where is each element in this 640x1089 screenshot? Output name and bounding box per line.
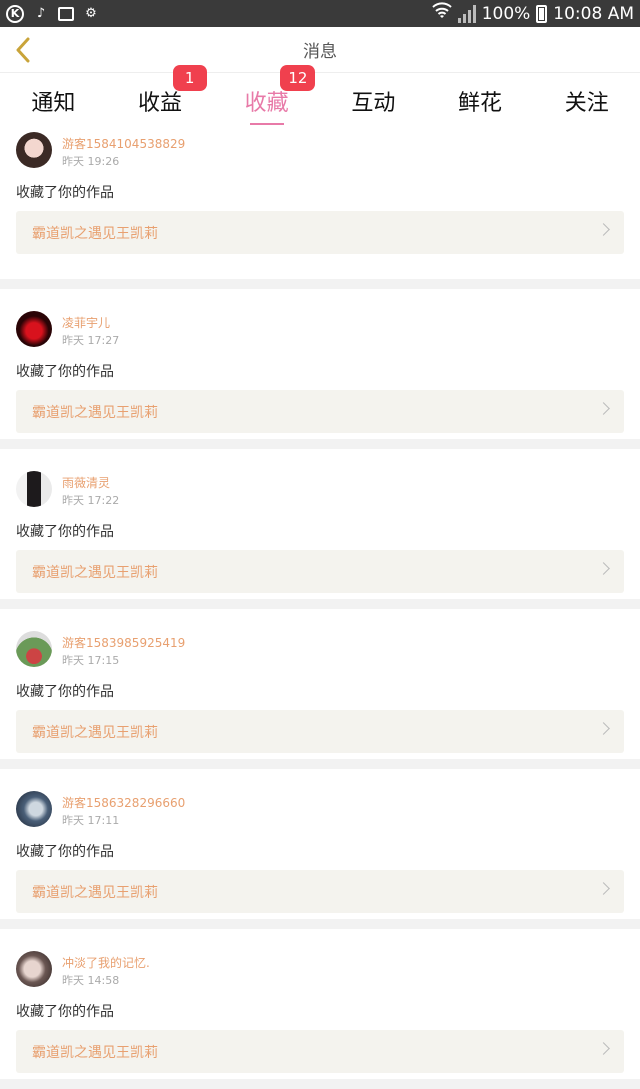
tab-interactions[interactable]: 互动 xyxy=(320,73,427,129)
work-link[interactable]: 霸道凯之遇见王凯莉 xyxy=(16,550,624,593)
username[interactable]: 游客15841045388​29 xyxy=(62,135,185,152)
work-title: 霸道凯之遇见王凯莉 xyxy=(32,1044,158,1061)
tab-flowers[interactable]: 鲜花 xyxy=(427,73,534,129)
timestamp: 昨天 17:15 xyxy=(62,654,120,667)
username[interactable]: 游客1583985925419 xyxy=(62,634,185,651)
timestamp: 昨天 14:58 xyxy=(62,974,120,987)
work-title: 霸道凯之遇见王凯莉 xyxy=(32,564,158,581)
work-link[interactable]: 霸道凯之遇见王凯莉 xyxy=(16,1030,624,1073)
work-title: 霸道凯之遇见王凯莉 xyxy=(32,724,158,741)
action-text: 收藏了你的作品 xyxy=(16,524,114,540)
chevron-left-icon xyxy=(16,37,30,63)
tiktok-icon: ♪ xyxy=(36,6,46,21)
timestamp: 昨天 17:27 xyxy=(62,334,120,347)
app-header: 消息 xyxy=(0,27,640,73)
chevron-right-icon xyxy=(597,402,610,415)
chevron-right-icon xyxy=(597,562,610,575)
tab-label: 互动 xyxy=(351,91,396,116)
action-text: 收藏了你的作品 xyxy=(16,185,114,201)
list-item: 凌菲宇儿 昨天 17:27 收藏了你的作品 霸道凯之遇见王凯莉 xyxy=(0,289,640,439)
back-button[interactable] xyxy=(8,35,38,65)
active-tab-indicator xyxy=(249,123,284,125)
tab-earnings[interactable]: 收益 1 xyxy=(107,65,214,129)
tab-bar: 通知 收益 1 收藏 12 互动 鲜花 关注 xyxy=(0,65,640,129)
list-item: 游客15841045388​29 昨天 19:26 收藏了你的作品 霸道凯之遇见… xyxy=(0,129,640,279)
chevron-right-icon xyxy=(597,223,610,236)
k-app-icon: K xyxy=(6,4,24,23)
username[interactable]: 冲淡了我的记忆. xyxy=(62,954,150,971)
timestamp: 昨天 17:22 xyxy=(62,494,120,507)
unread-badge: 12 xyxy=(280,65,316,91)
avatar[interactable] xyxy=(16,951,52,987)
avatar[interactable] xyxy=(16,791,52,827)
unread-badge: 1 xyxy=(172,65,207,91)
tab-follows[interactable]: 关注 xyxy=(533,73,640,129)
work-title: 霸道凯之遇见王凯莉 xyxy=(32,225,158,242)
timestamp: 昨天 17:11 xyxy=(62,814,120,827)
settings-notification-icon: ⚙ xyxy=(85,6,97,21)
favorites-feed: 游客15841045388​29 昨天 19:26 收藏了你的作品 霸道凯之遇见… xyxy=(0,129,640,1089)
action-text: 收藏了你的作品 xyxy=(16,684,114,700)
tab-label: 通知 xyxy=(31,91,76,116)
wifi-icon xyxy=(431,2,452,25)
page-title: 消息 xyxy=(303,42,337,62)
list-item: 游客1583985925419 昨天 17:15 收藏了你的作品 霸道凯之遇见王… xyxy=(0,609,640,759)
list-item: 冲淡了我的记忆. 昨天 14:58 收藏了你的作品 霸道凯之遇见王凯莉 xyxy=(0,929,640,1079)
chevron-right-icon xyxy=(597,882,610,895)
tab-favorites[interactable]: 收藏 12 xyxy=(213,65,320,129)
list-item: 雨薇清灵 昨天 17:22 收藏了你的作品 霸道凯之遇见王凯莉 xyxy=(0,449,640,599)
avatar[interactable] xyxy=(16,631,52,667)
tab-notifications[interactable]: 通知 xyxy=(0,73,107,129)
chevron-right-icon xyxy=(597,722,610,735)
battery-percent: 100% xyxy=(481,3,531,24)
gallery-icon xyxy=(58,6,74,21)
list-item: 游客1586328296660 昨天 17:11 收藏了你的作品 霸道凯之遇见王… xyxy=(0,769,640,919)
username[interactable]: 雨薇清灵 xyxy=(62,474,110,491)
work-link[interactable]: 霸道凯之遇见王凯莉 xyxy=(16,390,624,433)
avatar[interactable] xyxy=(16,132,52,168)
timestamp: 昨天 19:26 xyxy=(62,155,120,168)
battery-icon xyxy=(536,4,548,23)
tab-label: 关注 xyxy=(564,91,609,116)
action-text: 收藏了你的作品 xyxy=(16,1004,114,1020)
work-title: 霸道凯之遇见王凯莉 xyxy=(32,404,158,421)
work-title: 霸道凯之遇见王凯莉 xyxy=(32,884,158,901)
chevron-right-icon xyxy=(597,1042,610,1055)
work-link[interactable]: 霸道凯之遇见王凯莉 xyxy=(16,870,624,913)
avatar[interactable] xyxy=(16,471,52,507)
action-text: 收藏了你的作品 xyxy=(16,844,114,860)
work-link[interactable]: 霸道凯之遇见王凯莉 xyxy=(16,211,624,254)
signal-icon xyxy=(457,4,476,23)
clock: 10:08 AM xyxy=(553,3,634,24)
notification-icons: K ♪ ⚙ xyxy=(6,4,100,23)
avatar[interactable] xyxy=(16,311,52,347)
work-link[interactable]: 霸道凯之遇见王凯莉 xyxy=(16,710,624,753)
username[interactable]: 凌菲宇儿 xyxy=(62,314,110,331)
action-text: 收藏了你的作品 xyxy=(16,364,114,380)
tab-label: 鲜花 xyxy=(458,91,503,116)
status-bar: K ♪ ⚙ 100% 10:08 AM xyxy=(0,0,640,27)
username[interactable]: 游客1586328296660 xyxy=(62,794,185,811)
